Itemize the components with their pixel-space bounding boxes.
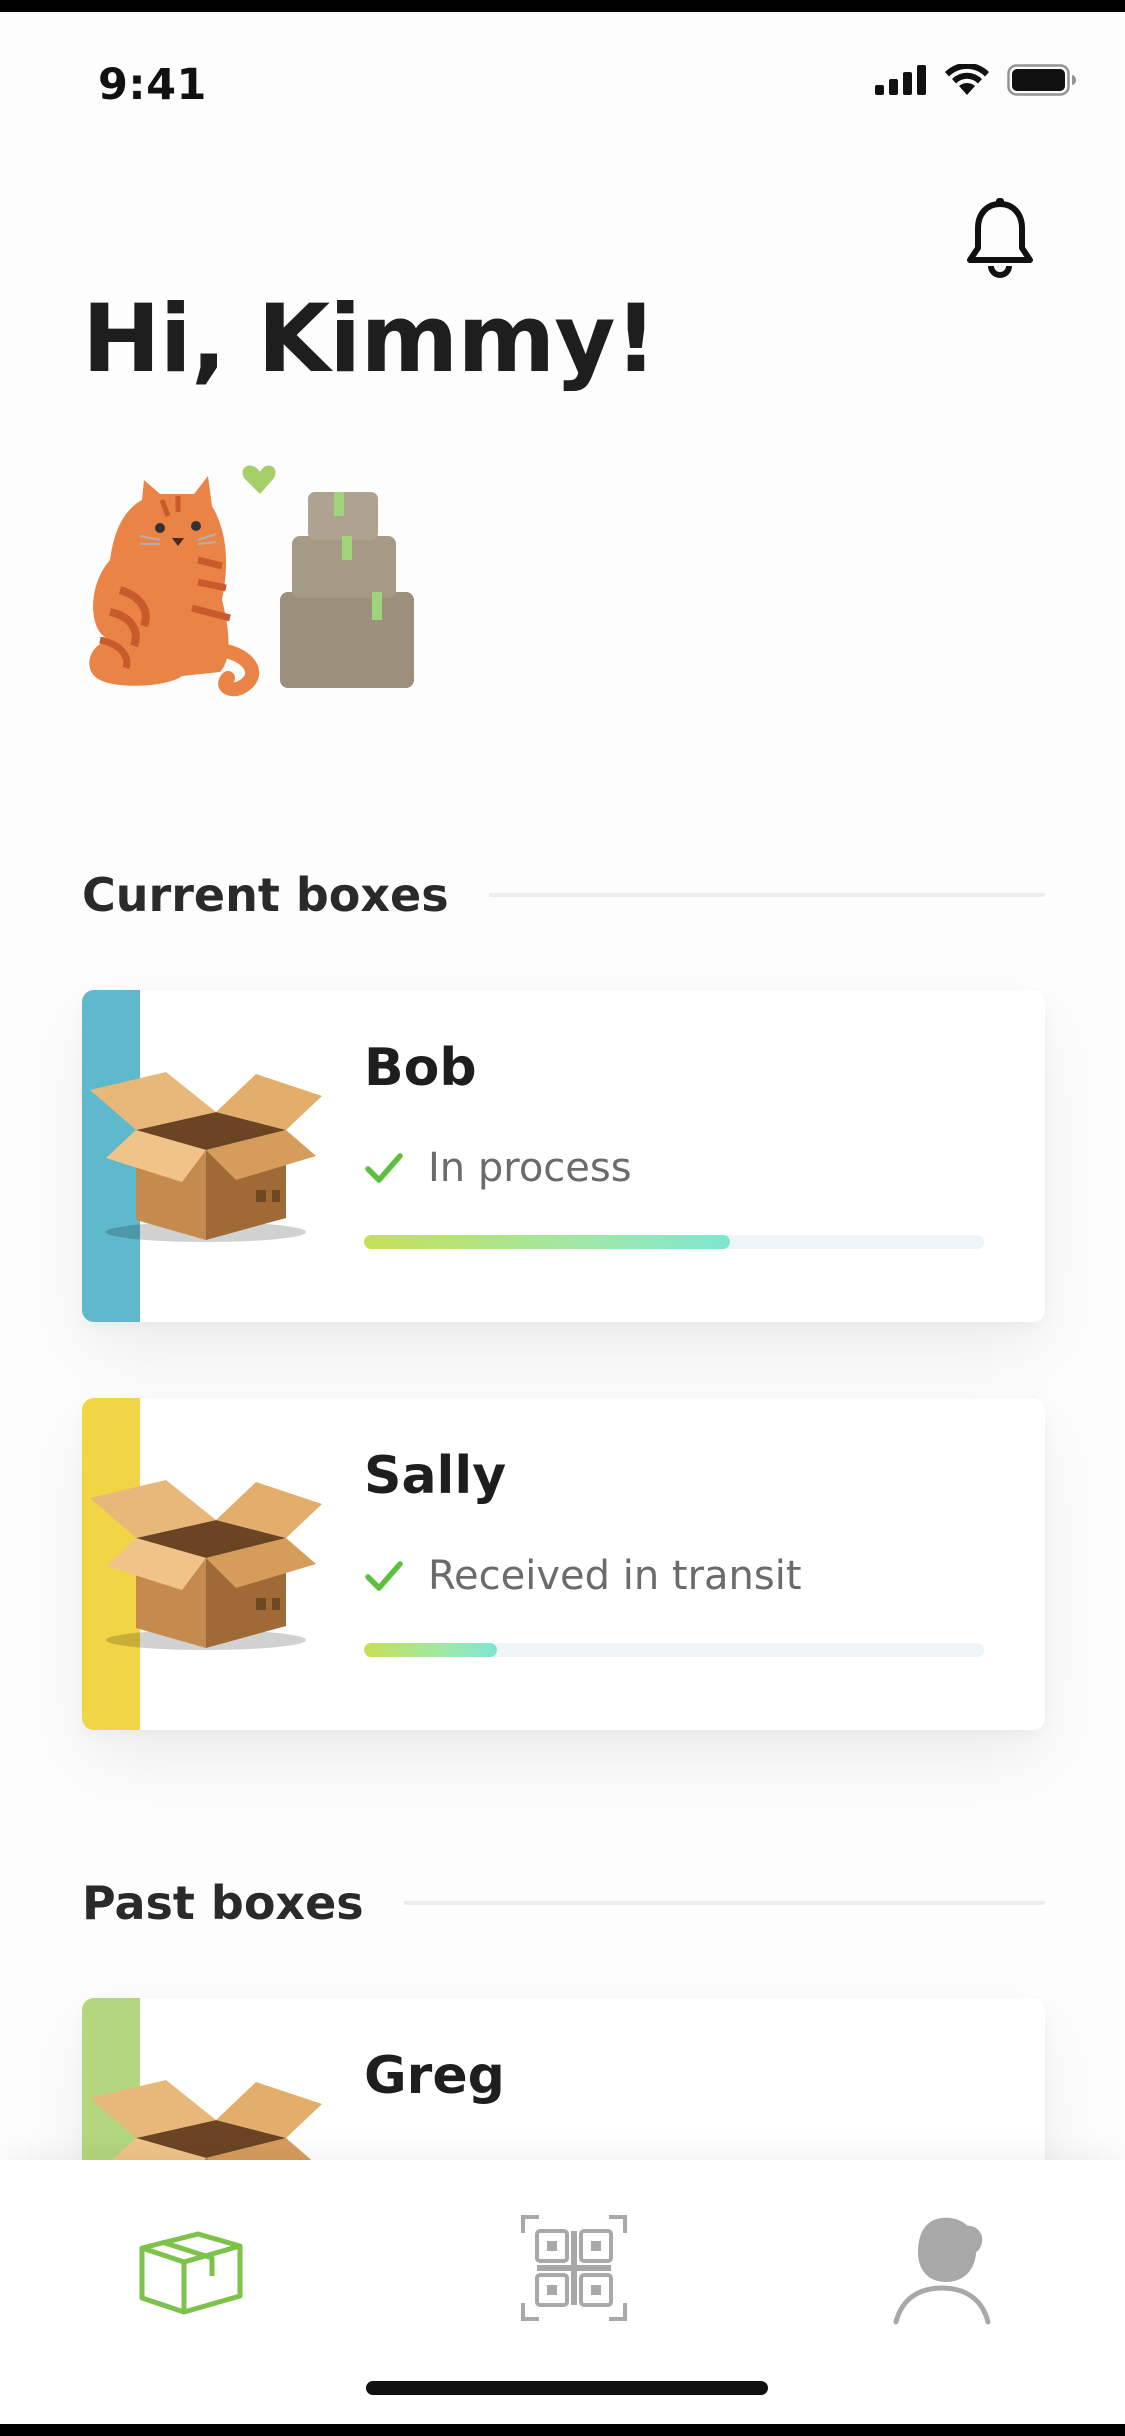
tab-profile[interactable] xyxy=(882,2208,1002,2328)
app-screen: 9:41 Hi, Kimmy! Current boxes Bob In pro… xyxy=(0,0,1125,2436)
box-status-text: In process xyxy=(428,1145,632,1191)
box-status-text: Received in transit xyxy=(428,1553,802,1599)
box-name: Greg xyxy=(364,2046,505,2106)
box-progress-bar xyxy=(364,1643,984,1657)
battery-icon xyxy=(1007,64,1076,96)
bell-icon xyxy=(967,198,1033,278)
cellular-signal-icon xyxy=(875,65,926,95)
cat-with-boxes-illustration xyxy=(89,465,414,697)
screen-top-edge xyxy=(0,0,1125,12)
box-progress-bar xyxy=(364,1235,984,1249)
profile-icon xyxy=(893,2217,991,2325)
tab-scan[interactable] xyxy=(514,2208,634,2328)
box-progress-fill xyxy=(364,1235,730,1249)
box-card-sally[interactable]: Sally Received in transit xyxy=(82,1398,1045,1730)
notifications-button[interactable] xyxy=(964,198,1036,278)
section-divider xyxy=(403,1901,1045,1905)
section-current-boxes: Current boxes xyxy=(82,865,1045,925)
box-icon xyxy=(139,2231,243,2315)
tab-boxes[interactable] xyxy=(131,2208,251,2328)
box-name: Bob xyxy=(364,1038,477,1098)
box-name: Sally xyxy=(364,1446,507,1506)
status-icons xyxy=(875,64,1077,96)
status-time: 9:41 xyxy=(98,60,207,110)
box-status: In process xyxy=(364,1145,632,1191)
home-indicator[interactable] xyxy=(366,2381,768,2395)
cardboard-box-icon xyxy=(90,1480,322,1650)
wifi-icon xyxy=(945,64,989,95)
box-progress-fill xyxy=(364,1643,498,1657)
check-icon xyxy=(365,1561,403,1591)
section-divider xyxy=(488,893,1045,897)
page-title: Hi, Kimmy! xyxy=(82,285,657,394)
screen-bottom-edge xyxy=(0,2424,1125,2436)
section-past-boxes: Past boxes xyxy=(82,1873,1045,1933)
cardboard-box-icon xyxy=(90,1072,322,1242)
check-icon xyxy=(365,1153,403,1183)
box-card-bob[interactable]: Bob In process xyxy=(82,990,1045,1322)
status-bar: 9:41 xyxy=(0,12,1125,142)
qr-code-icon xyxy=(521,2215,627,2321)
section-title: Current boxes xyxy=(82,868,449,922)
box-status: Received in transit xyxy=(364,1553,802,1599)
section-title: Past boxes xyxy=(82,1876,364,1930)
